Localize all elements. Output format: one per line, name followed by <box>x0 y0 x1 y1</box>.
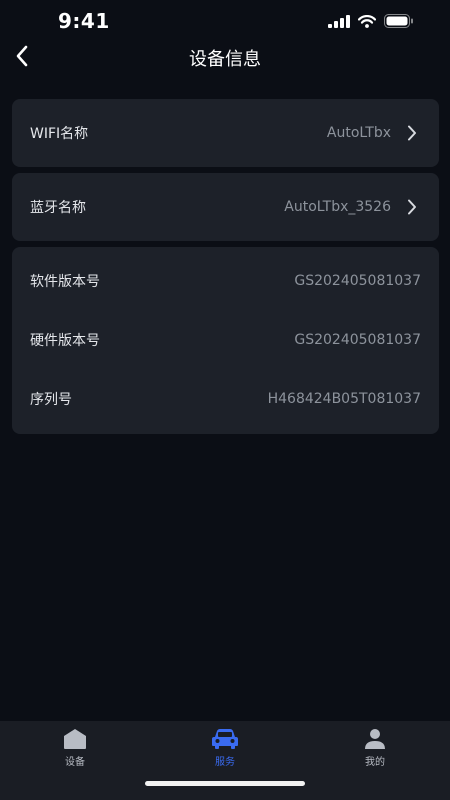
tab-bar: 设备 服务 我的 <box>0 721 450 800</box>
device-info-card: 软件版本号 GS202405081037 硬件版本号 GS20240508103… <box>12 247 439 434</box>
chevron-right-icon <box>407 125 421 141</box>
hardware-version-value: GS202405081037 <box>294 331 421 348</box>
page-title: 设备信息 <box>189 49 261 70</box>
battery-icon <box>384 13 414 32</box>
hardware-version-label: 硬件版本号 <box>30 332 100 349</box>
tab-devices-label: 设备 <box>65 757 85 768</box>
chevron-right-icon <box>407 199 421 215</box>
car-icon <box>185 727 265 751</box>
serial-number-row: 序列号 H468424B05T081037 <box>12 369 439 428</box>
software-version-row: 软件版本号 GS202405081037 <box>12 251 439 310</box>
hardware-version-row: 硬件版本号 GS202405081037 <box>12 310 439 369</box>
status-icons <box>328 13 414 32</box>
tab-devices[interactable]: 设备 <box>35 727 115 768</box>
wifi-name-value: AutoLTbx <box>326 125 391 141</box>
home-indicator <box>145 781 305 786</box>
software-version-value: GS202405081037 <box>294 272 421 289</box>
tab-mine-label: 我的 <box>365 757 385 768</box>
home-icon <box>35 727 115 751</box>
bluetooth-name-card[interactable]: 蓝牙名称 AutoLTbx_3526 <box>12 173 439 241</box>
bluetooth-name-row[interactable]: 蓝牙名称 AutoLTbx_3526 <box>12 173 439 241</box>
bluetooth-name-label: 蓝牙名称 <box>30 200 86 216</box>
wifi-icon <box>357 13 377 32</box>
tab-services[interactable]: 服务 <box>185 727 265 768</box>
signal-icon <box>328 13 350 32</box>
serial-number-value: H468424B05T081037 <box>267 390 421 407</box>
serial-number-label: 序列号 <box>30 391 72 408</box>
wifi-name-label: WIFI名称 <box>30 126 89 142</box>
nav-bar: 设备信息 <box>0 36 450 76</box>
tab-mine[interactable]: 我的 <box>335 727 415 768</box>
wifi-name-card[interactable]: WIFI名称 AutoLTbx <box>12 99 439 167</box>
bluetooth-name-value: AutoLTbx_3526 <box>284 199 391 215</box>
wifi-name-row[interactable]: WIFI名称 AutoLTbx <box>12 99 439 167</box>
software-version-label: 软件版本号 <box>30 273 100 290</box>
tab-services-label: 服务 <box>215 757 235 768</box>
person-icon <box>335 727 415 751</box>
status-time: 9:41 <box>58 9 110 33</box>
